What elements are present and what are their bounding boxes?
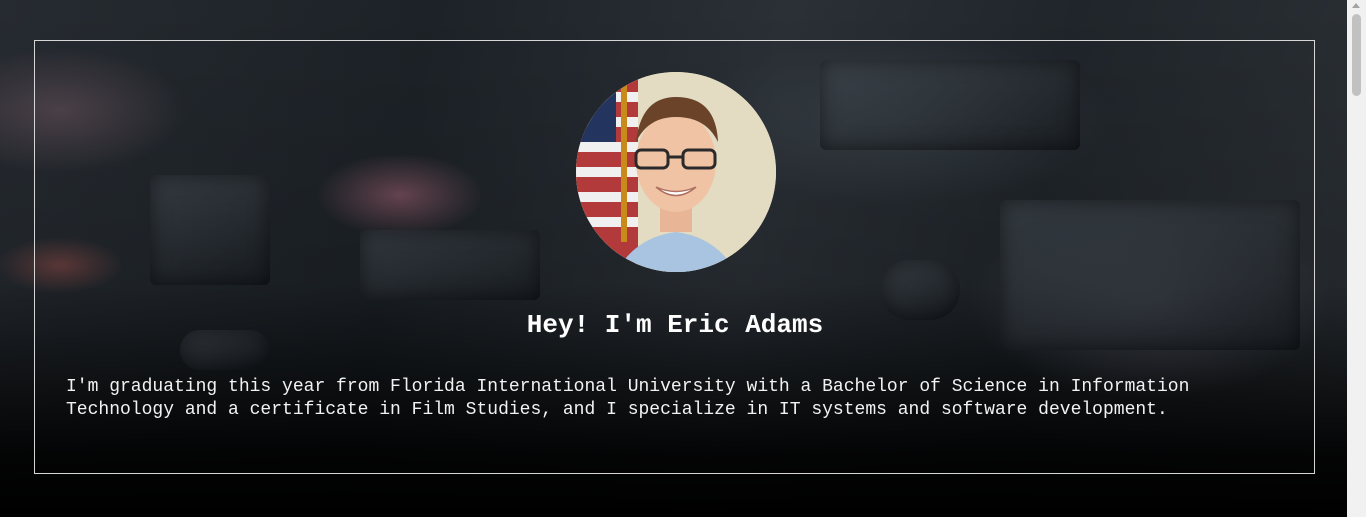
- page-scrollbar[interactable]: [1347, 0, 1366, 517]
- hero-heading: Hey! I'm Eric Adams: [526, 310, 824, 340]
- hero-section: Hey! I'm Eric Adams I'm graduating this …: [0, 0, 1347, 517]
- profile-photo: [576, 72, 776, 272]
- hero-bio: I'm graduating this year from Florida In…: [66, 377, 1190, 420]
- scroll-up-arrow-icon[interactable]: [1352, 3, 1360, 8]
- profile-photo-graphic: [576, 72, 776, 272]
- scrollbar-thumb[interactable]: [1352, 14, 1361, 96]
